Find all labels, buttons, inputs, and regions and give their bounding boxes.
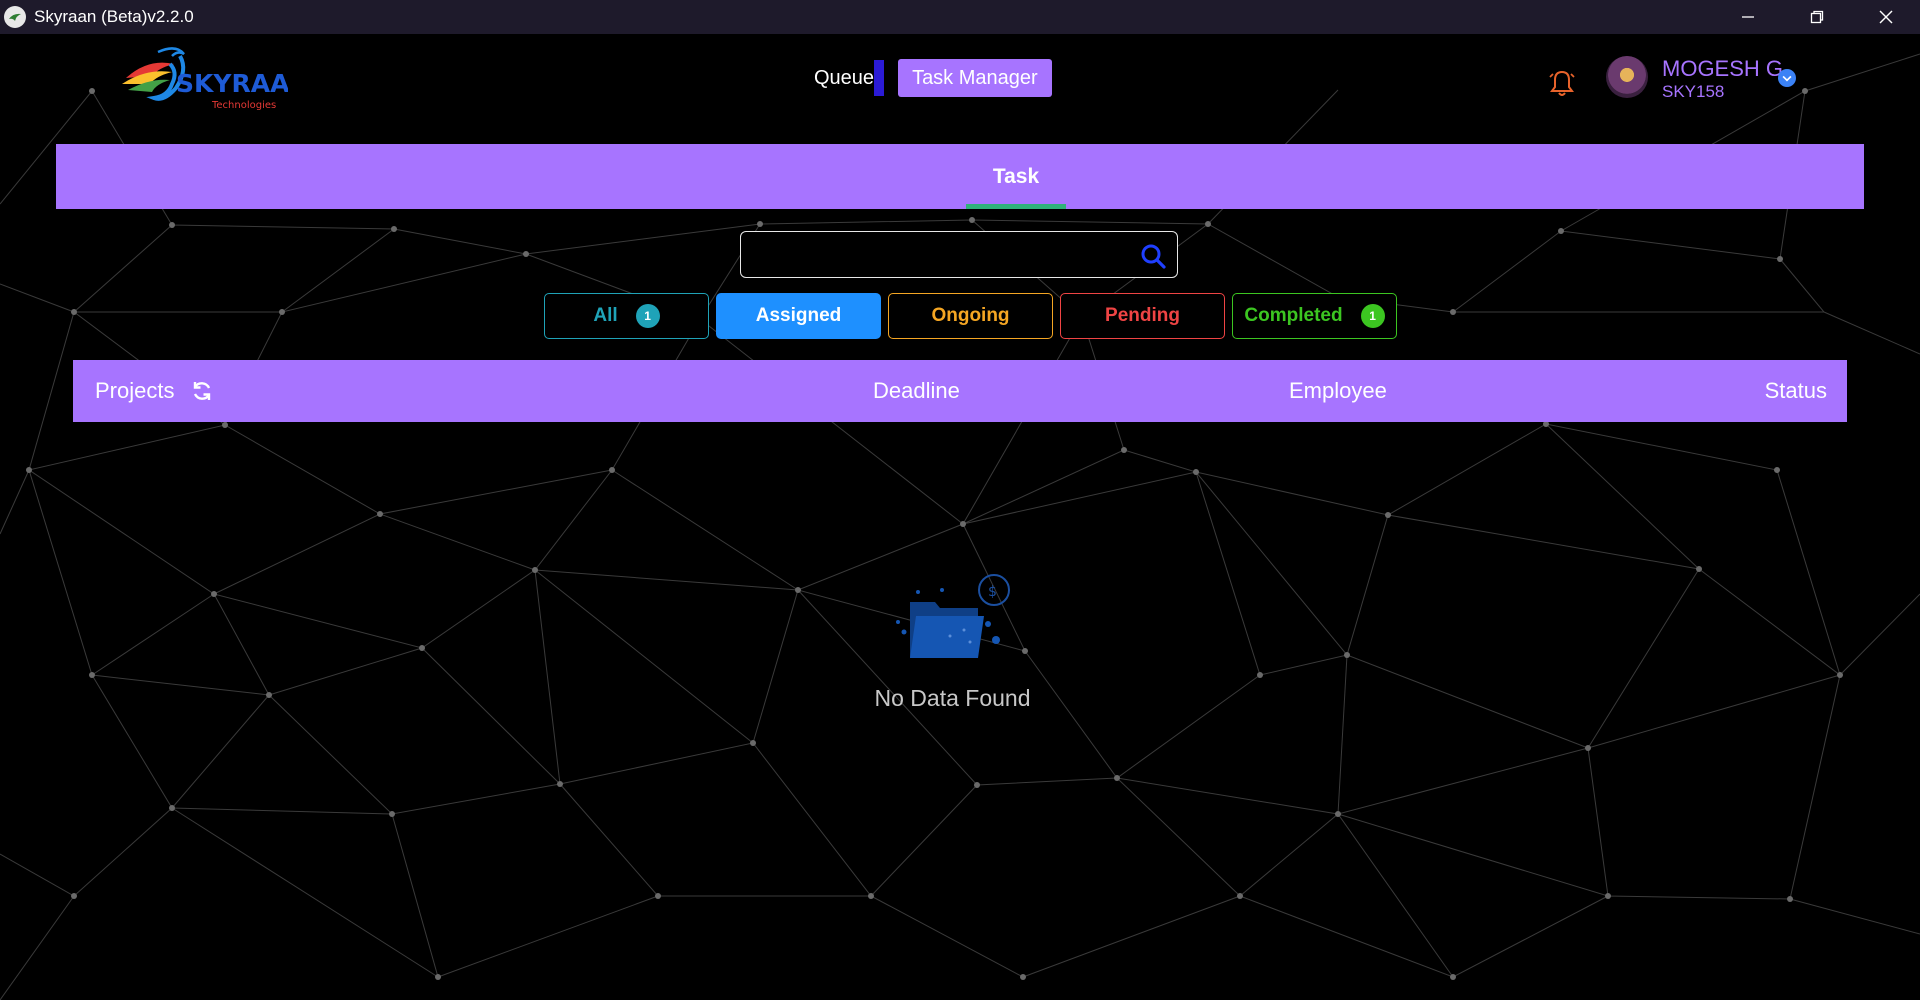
filter-all-badge: 1 <box>635 304 660 328</box>
empty-folder-icon: $ <box>896 574 1010 658</box>
column-deadline: Deadline <box>873 378 960 403</box>
window-controls <box>1713 0 1920 34</box>
status-filters: All 1 Assigned Ongoing Pending Completed… <box>544 293 1397 339</box>
top-nav: Queue Task Manager <box>814 59 1052 97</box>
table-header: Projects Deadline Employee Status <box>73 360 1847 422</box>
nav-queue[interactable]: Queue <box>814 63 874 94</box>
filter-all[interactable]: All 1 <box>544 293 709 339</box>
restore-icon[interactable] <box>1782 0 1851 34</box>
column-projects: Projects <box>95 360 214 422</box>
svg-text:$: $ <box>988 584 997 600</box>
filter-assigned[interactable]: Assigned <box>716 293 881 339</box>
search-input[interactable] <box>751 240 1131 270</box>
filter-completed[interactable]: Completed 1 <box>1232 293 1397 339</box>
user-id: SKY158 <box>1662 82 1725 101</box>
chevron-down-icon[interactable] <box>1778 69 1796 87</box>
filter-assigned-label: Assigned <box>755 305 842 326</box>
title-bar: Skyraan (Beta)v2.2.0 <box>0 0 1920 34</box>
bell-icon[interactable] <box>1547 68 1577 98</box>
close-icon[interactable] <box>1851 0 1920 34</box>
user-name: MOGESH G <box>1662 56 1784 81</box>
column-employee: Employee <box>1289 378 1387 403</box>
tab-active-underline <box>966 204 1066 209</box>
filter-all-label: All <box>593 305 618 326</box>
tab-task[interactable]: Task <box>966 144 1066 209</box>
avatar[interactable] <box>1606 56 1648 98</box>
app-window: Skyraan (Beta)v2.2.0 SKYRAAN Techn <box>0 0 1920 1000</box>
window-title: Skyraan (Beta)v2.2.0 <box>34 7 194 26</box>
filter-completed-label: Completed <box>1244 305 1343 326</box>
filter-pending[interactable]: Pending <box>1060 293 1225 339</box>
svg-text:Technologies: Technologies <box>211 100 276 111</box>
svg-text:SKYRAAN: SKYRAAN <box>176 69 288 98</box>
column-projects-label: Projects <box>95 378 175 403</box>
empty-state-message: No Data Found <box>874 685 1031 711</box>
filter-pending-label: Pending <box>1105 305 1180 326</box>
nav-active-indicator <box>874 60 885 96</box>
skyraan-logo: SKYRAAN Technologies <box>122 47 288 111</box>
search-icon[interactable] <box>1139 242 1167 270</box>
app-icon <box>4 6 26 28</box>
search-box <box>740 231 1178 278</box>
minimize-icon[interactable] <box>1713 0 1782 34</box>
filter-ongoing[interactable]: Ongoing <box>888 293 1053 339</box>
filter-ongoing-label: Ongoing <box>931 305 1010 326</box>
filter-completed-badge: 1 <box>1360 304 1385 328</box>
task-banner: Task <box>56 144 1864 209</box>
nav-task-manager[interactable]: Task Manager <box>898 59 1052 97</box>
column-status: Status <box>1764 378 1827 403</box>
refresh-icon[interactable] <box>190 379 214 403</box>
